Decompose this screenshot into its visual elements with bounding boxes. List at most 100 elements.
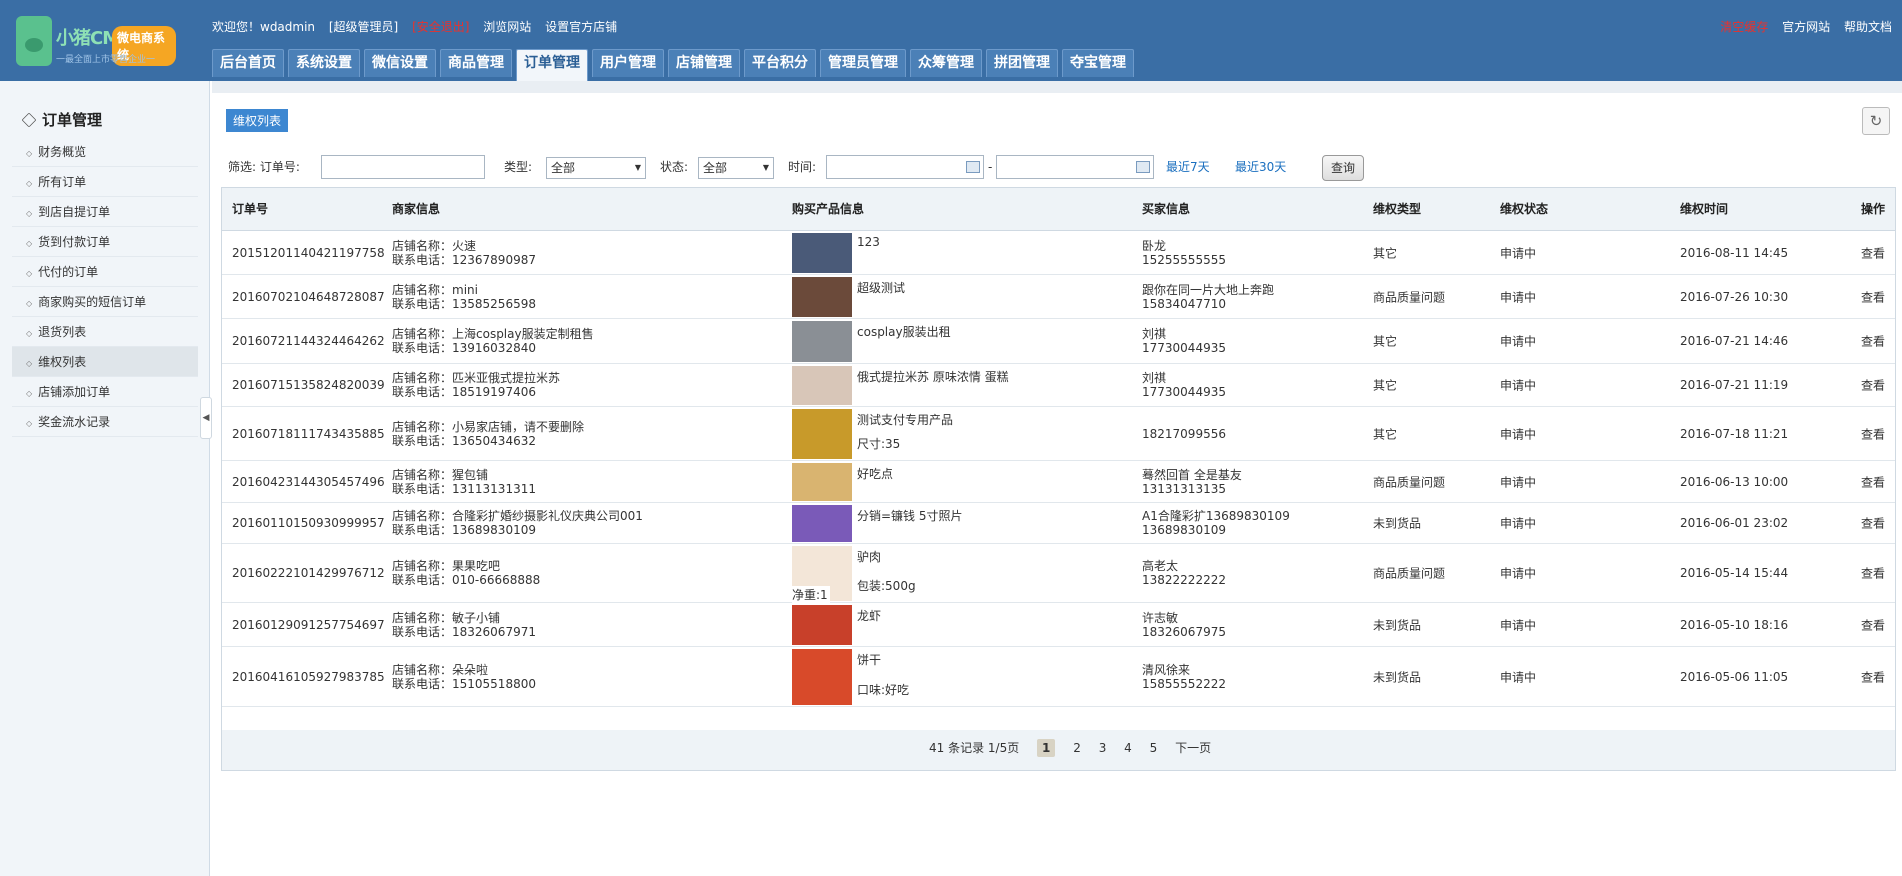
nav-tab-treasure[interactable]: 夺宝管理: [1062, 49, 1134, 77]
product-thumbnail[interactable]: [792, 233, 852, 273]
query-button[interactable]: 查询: [1322, 155, 1365, 181]
calendar-icon[interactable]: [966, 161, 980, 173]
page-2[interactable]: 2: [1073, 741, 1081, 755]
sidebar-item-proxy-paid-orders[interactable]: 代付的订单: [12, 257, 198, 287]
nav-tab-crowdfunding[interactable]: 众筹管理: [910, 49, 982, 77]
view-link[interactable]: 查看: [1861, 668, 1885, 685]
sidebar-item-returns[interactable]: 退货列表: [12, 317, 198, 347]
order-number: 20160715135824820039: [232, 378, 385, 392]
sidebar-item-pickup-orders[interactable]: 到店自提订单: [12, 197, 198, 227]
view-link[interactable]: 查看: [1861, 333, 1885, 350]
page-1[interactable]: 1: [1037, 739, 1056, 757]
type-select[interactable]: 全部: [546, 157, 646, 179]
product-thumbnail[interactable]: [792, 463, 852, 501]
view-link[interactable]: 查看: [1861, 288, 1885, 305]
sidebar-item-all-orders[interactable]: 所有订单: [12, 167, 198, 197]
product-title[interactable]: 分销=镰钱 5寸照片: [857, 507, 963, 524]
view-link[interactable]: 查看: [1861, 565, 1885, 582]
merchant-info: 店铺名称：匹米亚俄式提拉米苏 联系电话：18519197406: [392, 371, 560, 399]
product-thumbnail[interactable]: [792, 605, 852, 645]
product-title[interactable]: cosplay服装出租: [857, 323, 951, 340]
buyer-phone: 18217099556: [1142, 426, 1226, 441]
product-title[interactable]: 俄式提拉米苏 原味浓情 蛋糕: [857, 368, 1009, 385]
dispute-type: 其它: [1373, 246, 1398, 260]
page-4[interactable]: 4: [1124, 741, 1132, 755]
page-3[interactable]: 3: [1099, 741, 1107, 755]
date-to-input[interactable]: [996, 155, 1154, 179]
date-separator: -: [988, 160, 993, 174]
next-page-link[interactable]: 下一页: [1175, 741, 1211, 755]
clear-cache-link[interactable]: 清空缓存: [1720, 20, 1768, 34]
nav-tab-groupbuy[interactable]: 拼团管理: [986, 49, 1058, 77]
nav-tab-home[interactable]: 后台首页: [212, 49, 284, 77]
sidebar-item-cod-orders[interactable]: 货到付款订单: [12, 227, 198, 257]
nav-tab-products[interactable]: 商品管理: [440, 49, 512, 77]
shop-phone: 联系电话：18326067971: [392, 624, 536, 639]
type-select-value: 全部: [551, 161, 576, 175]
product-title[interactable]: 龙虾: [857, 607, 881, 624]
product-thumbnail[interactable]: [792, 505, 852, 542]
recent-30-days-link[interactable]: 最近30天: [1235, 155, 1286, 179]
nav-tab-orders[interactable]: 订单管理: [516, 49, 588, 81]
order-number-input[interactable]: [321, 155, 485, 179]
merchant-info: 店铺名称：上海cosplay服装定制租售 联系电话：13916032840: [392, 327, 594, 355]
logo[interactable]: 小猪CMS 微电商系统 一最全面上市零售企业一: [16, 16, 176, 68]
nav-tab-wechat[interactable]: 微信设置: [364, 49, 436, 77]
product-thumbnail[interactable]: [792, 277, 852, 317]
product-title[interactable]: 饼干: [857, 651, 881, 668]
shop-phone: 联系电话：13650434632: [392, 433, 536, 448]
set-official-store-link[interactable]: 设置官方店铺: [545, 20, 617, 34]
col-actions: 操作: [1861, 202, 1886, 216]
buyer-info: 刘祺 17730044935: [1142, 371, 1226, 399]
status-select-value: 全部: [703, 161, 728, 175]
arrow-down-icon: [21, 112, 37, 128]
help-docs-link[interactable]: 帮助文档: [1844, 20, 1892, 34]
buyer-phone: 15255555555: [1142, 252, 1226, 267]
browse-site-link[interactable]: 浏览网站: [483, 20, 531, 34]
top-header: 小猪CMS 微电商系统 一最全面上市零售企业一 欢迎您！wdadmin [超级管…: [0, 0, 1902, 81]
nav-tab-admins[interactable]: 管理员管理: [820, 49, 906, 77]
table-row: 20160715135824820039 店铺名称：匹米亚俄式提拉米苏 联系电话：1…: [222, 364, 1895, 407]
product-title[interactable]: 超级测试: [857, 279, 905, 296]
sidebar-item-disputes[interactable]: 维权列表: [12, 347, 198, 377]
view-link[interactable]: 查看: [1861, 377, 1885, 394]
logout-link[interactable]: [安全退出]: [412, 20, 469, 34]
product-title[interactable]: 驴肉: [857, 548, 881, 565]
dispute-time: 2016-05-06 11:05: [1680, 669, 1789, 684]
sidebar-item-store-add-order[interactable]: 店铺添加订单: [12, 377, 198, 407]
nav-tab-system[interactable]: 系统设置: [288, 49, 360, 77]
product-thumbnail[interactable]: [792, 649, 852, 705]
view-link[interactable]: 查看: [1861, 425, 1885, 442]
sidebar-item-bonus-records[interactable]: 奖金流水记录: [12, 407, 198, 437]
dispute-status: 申请中: [1500, 378, 1537, 393]
view-link[interactable]: 查看: [1861, 473, 1885, 490]
order-number: 20160423144305457496: [232, 474, 385, 489]
refresh-icon[interactable]: ↻: [1862, 107, 1890, 135]
official-site-link[interactable]: 官方网站: [1782, 20, 1830, 34]
recent-7-days-link[interactable]: 最近7天: [1166, 155, 1210, 179]
view-link[interactable]: 查看: [1861, 244, 1885, 261]
nav-tab-points[interactable]: 平台积分: [744, 49, 816, 77]
nav-tab-stores[interactable]: 店铺管理: [668, 49, 740, 77]
product-thumbnail[interactable]: [792, 321, 852, 362]
product-title[interactable]: 好吃点: [857, 465, 893, 482]
sidebar-title-text: 订单管理: [42, 111, 103, 129]
calendar-icon[interactable]: [1136, 161, 1150, 173]
filter-label: 筛选: 订单号:: [228, 160, 300, 174]
view-link[interactable]: 查看: [1861, 616, 1885, 633]
buyer-phone: 13689830109: [1142, 523, 1226, 537]
sidebar-collapse-toggle[interactable]: ◀: [200, 397, 212, 439]
product-thumbnail[interactable]: [792, 366, 852, 405]
product-thumbnail[interactable]: [792, 409, 852, 459]
view-link[interactable]: 查看: [1861, 515, 1885, 532]
dispute-list-tab[interactable]: 维权列表: [226, 109, 289, 132]
col-dispute-status: 维权状态: [1500, 202, 1549, 216]
product-title[interactable]: 123: [857, 235, 880, 249]
page-5[interactable]: 5: [1150, 741, 1158, 755]
sidebar-item-finance[interactable]: 财务概览: [12, 137, 198, 167]
sidebar-item-sms-orders[interactable]: 商家购买的短信订单: [12, 287, 198, 317]
status-select[interactable]: 全部: [698, 157, 774, 179]
product-title[interactable]: 测试支付专用产品: [857, 411, 953, 428]
nav-tab-users[interactable]: 用户管理: [592, 49, 664, 77]
date-from-input[interactable]: [826, 155, 984, 179]
